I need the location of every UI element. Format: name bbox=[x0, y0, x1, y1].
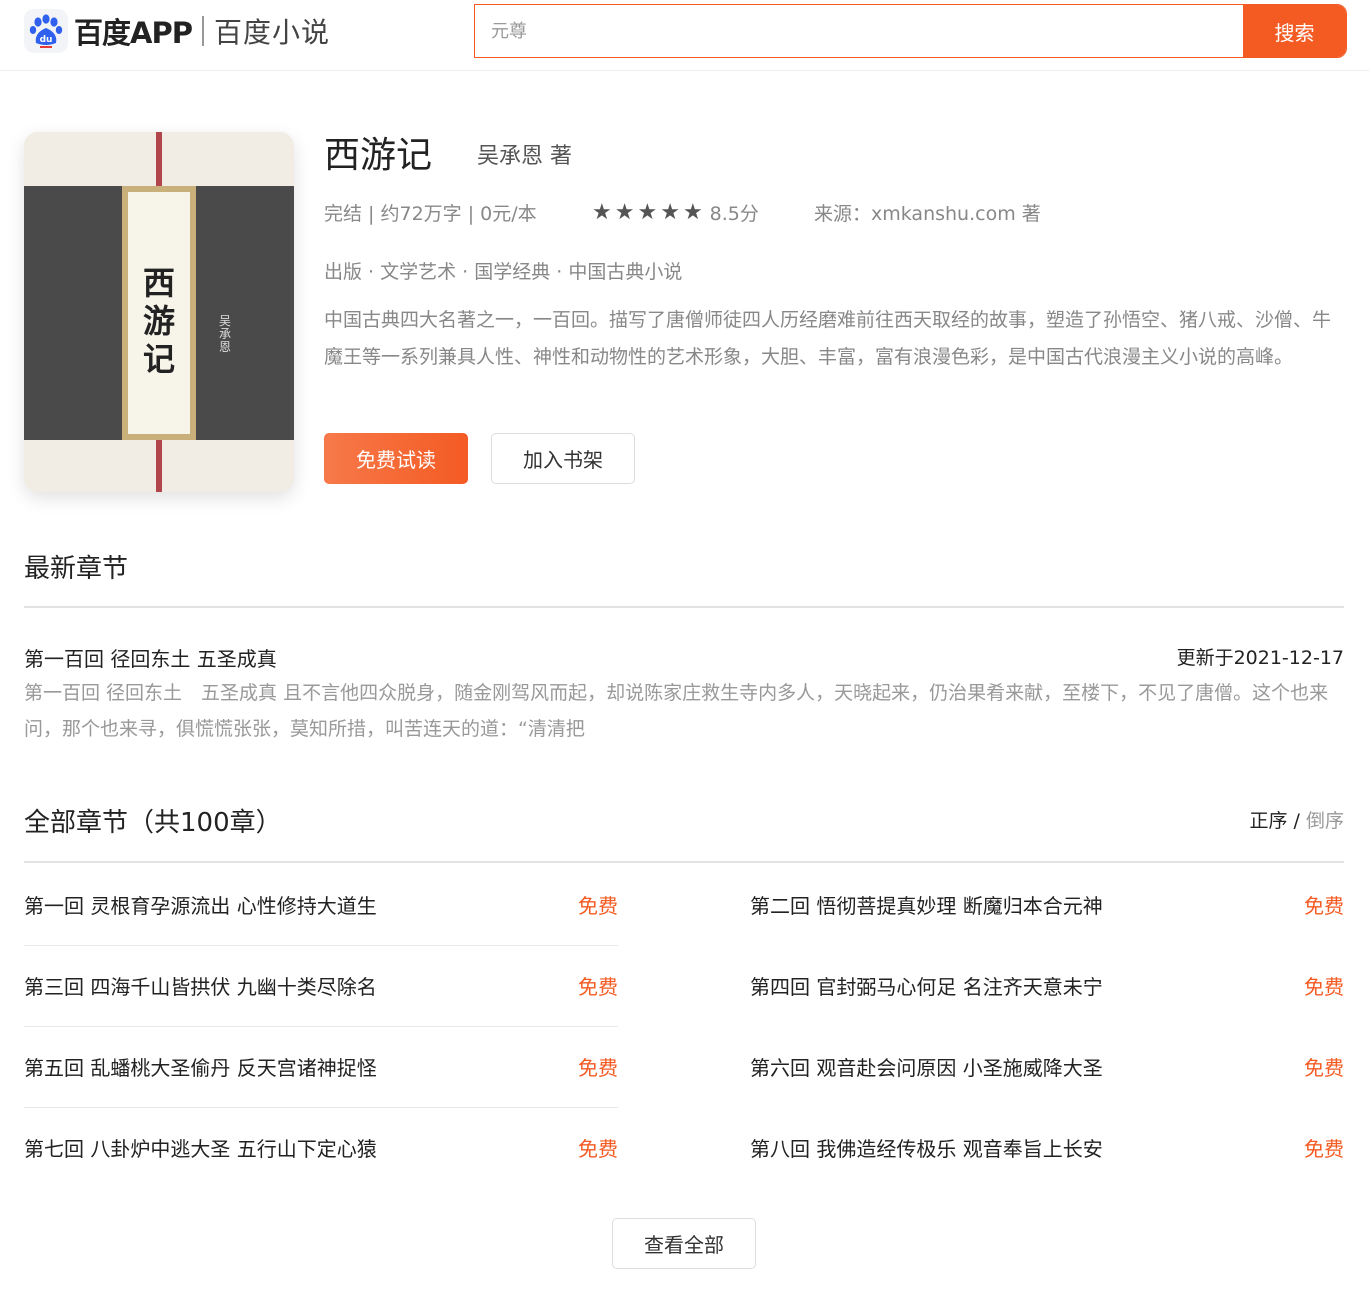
chapter-title: 第六回 观音赴会问原因 小圣施威降大圣 bbox=[750, 1056, 1103, 1080]
book-status: 完结 | 约72万字 | 0元/本 bbox=[324, 202, 537, 225]
star-icon: ★ bbox=[614, 199, 635, 225]
star-icon: ★ bbox=[592, 199, 612, 225]
latest-section-title: 最新章节 bbox=[24, 554, 129, 584]
book-title: 西游记 bbox=[324, 135, 433, 176]
chapter-item[interactable]: 第八回 我佛造经传极乐 观音奉旨上长安 免费 bbox=[750, 1107, 1344, 1188]
latest-chapter-preview[interactable]: 第一百回 径回东土 五圣成真 且不言他四众脱身，随金刚驾风而起，却说陈家庄救生寺… bbox=[24, 675, 1344, 747]
chapter-title: 第七回 八卦炉中逃大圣 五行山下定心猿 bbox=[24, 1137, 377, 1161]
sort-descending[interactable]: 倒序 bbox=[1306, 810, 1344, 832]
logo-divider bbox=[201, 16, 204, 46]
search-input[interactable] bbox=[475, 5, 1243, 57]
search-bar: 搜索 bbox=[474, 4, 1347, 58]
book-tags: 出版 · 文学艺术 · 国学经典 · 中国古典小说 bbox=[324, 260, 683, 283]
book-source: 来源：xmkanshu.com 著 bbox=[814, 202, 1041, 225]
chapter-free-tag: 免费 bbox=[1304, 1056, 1344, 1080]
free-read-button[interactable]: 免费试读 bbox=[324, 433, 468, 484]
add-to-shelf-button[interactable]: 加入书架 bbox=[491, 433, 635, 484]
chapter-title: 第一回 灵根育孕源流出 心性修持大道生 bbox=[24, 894, 377, 918]
logo-text: 百度APP bbox=[74, 16, 193, 50]
chapter-free-tag: 免费 bbox=[1304, 894, 1344, 918]
baidu-logo[interactable]: du 百度APP 百度小说 bbox=[24, 8, 330, 54]
latest-chapter-title[interactable]: 第一百回 径回东土 五圣成真 bbox=[24, 643, 277, 672]
logo-subtitle: 百度小说 bbox=[213, 16, 330, 49]
chapter-free-tag: 免费 bbox=[578, 975, 618, 999]
cover-author: 吴承恩 bbox=[218, 314, 231, 354]
section-divider bbox=[24, 861, 1344, 863]
sort-order-toggle: 正序 / 倒序 bbox=[1249, 806, 1344, 833]
chapter-title: 第四回 官封弼马心何足 名注齐天意未宁 bbox=[750, 975, 1103, 999]
view-all-button[interactable]: 查看全部 bbox=[612, 1218, 756, 1269]
section-divider bbox=[24, 606, 1344, 608]
search-button[interactable]: 搜索 bbox=[1243, 5, 1346, 57]
chapter-item[interactable]: 第二回 悟彻菩提真妙理 断魔归本合元神 免费 bbox=[750, 864, 1344, 945]
sort-ascending[interactable]: 正序 bbox=[1249, 810, 1287, 832]
latest-update-date: 更新于2021-12-17 bbox=[1176, 647, 1344, 669]
chapter-free-tag: 免费 bbox=[1304, 975, 1344, 999]
book-cover[interactable]: 西游记 吴承恩 bbox=[24, 132, 294, 492]
rating-stars: ★ ★ ★ ★ ★ 8.5分 bbox=[592, 198, 759, 226]
cover-rope-bottom bbox=[156, 438, 162, 492]
chapter-free-tag: 免费 bbox=[578, 1137, 618, 1161]
book-author[interactable]: 吴承恩 著 bbox=[477, 138, 572, 170]
book-description: 中国古典四大名著之一，一百回。描写了唐僧师徒四人历经磨难前往西天取经的故事，塑造… bbox=[324, 309, 1332, 368]
chapter-item[interactable]: 第七回 八卦炉中逃大圣 五行山下定心猿 免费 bbox=[24, 1107, 618, 1188]
svg-text:du: du bbox=[40, 35, 53, 45]
chapter-title: 第五回 乱蟠桃大圣偷丹 反天宫诸神捉怪 bbox=[24, 1056, 377, 1080]
sort-separator: / bbox=[1287, 810, 1306, 832]
chapter-free-tag: 免费 bbox=[578, 894, 618, 918]
chapter-title: 第二回 悟彻菩提真妙理 断魔归本合元神 bbox=[750, 894, 1103, 918]
star-icon: ★ bbox=[637, 199, 658, 225]
baidu-paw-icon: du bbox=[24, 9, 68, 53]
star-icon: ★ bbox=[682, 199, 703, 225]
chapter-item[interactable]: 第五回 乱蟠桃大圣偷丹 反天宫诸神捉怪 免费 bbox=[24, 1026, 618, 1107]
chapter-item[interactable]: 第四回 官封弼马心何足 名注齐天意未宁 免费 bbox=[750, 945, 1344, 1026]
chapter-title: 第八回 我佛造经传极乐 观音奉旨上长安 bbox=[750, 1137, 1103, 1161]
cover-rope-top bbox=[156, 132, 162, 188]
chapter-free-tag: 免费 bbox=[578, 1056, 618, 1080]
chapter-item[interactable]: 第三回 四海千山皆拱伏 九幽十类尽除名 免费 bbox=[24, 945, 618, 1026]
chapter-item[interactable]: 第六回 观音赴会问原因 小圣施威降大圣 免费 bbox=[750, 1026, 1344, 1107]
chapter-item[interactable]: 第一回 灵根育孕源流出 心性修持大道生 免费 bbox=[24, 864, 618, 945]
rating-score: 8.5分 bbox=[709, 202, 759, 225]
cover-title: 西游记 bbox=[142, 264, 175, 378]
chapter-title: 第三回 四海千山皆拱伏 九幽十类尽除名 bbox=[24, 975, 377, 999]
star-icon: ★ bbox=[660, 199, 680, 225]
all-chapters-title: 全部章节（共100章） bbox=[24, 808, 282, 838]
top-header: du 百度APP 百度小说 搜索 bbox=[0, 0, 1369, 71]
chapter-free-tag: 免费 bbox=[1304, 1137, 1344, 1161]
